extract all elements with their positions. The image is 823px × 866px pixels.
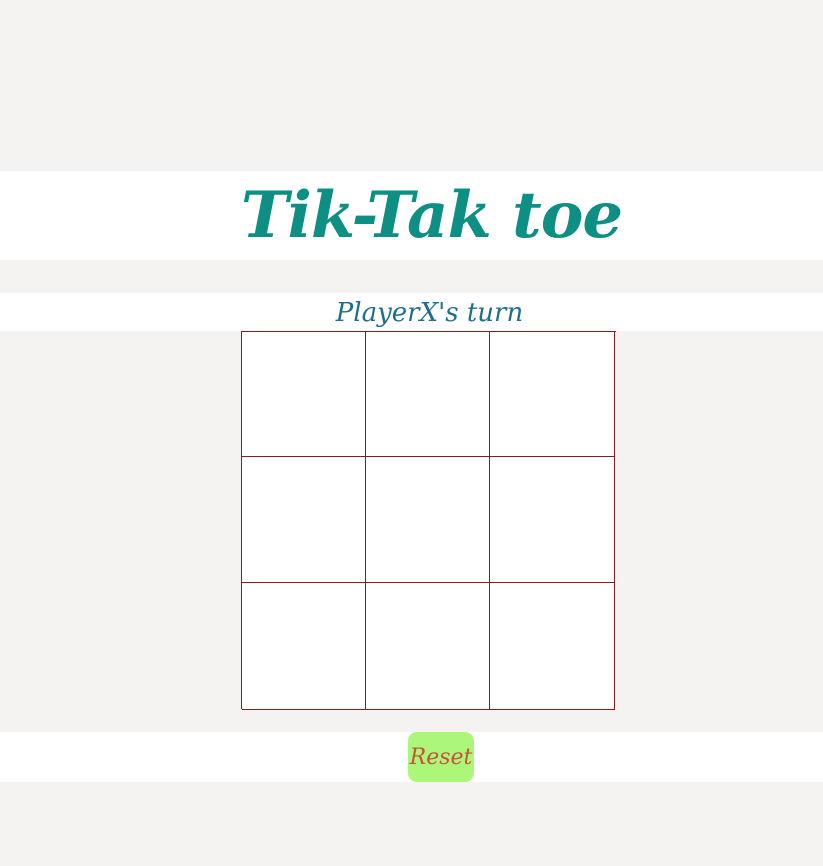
reset-banner: Reset xyxy=(0,732,823,782)
title-banner: Tik-Tak toe xyxy=(0,171,823,260)
board-cell-9[interactable] xyxy=(490,583,615,710)
board-cell-8[interactable] xyxy=(366,583,490,710)
board-cell-4[interactable] xyxy=(242,457,366,583)
board-cell-6[interactable] xyxy=(490,457,615,583)
turn-indicator: PlayerX's turn xyxy=(335,298,524,328)
board-cell-5[interactable] xyxy=(366,457,490,583)
board-cell-3[interactable] xyxy=(490,332,615,457)
reset-button[interactable]: Reset xyxy=(408,732,474,782)
board-cell-1[interactable] xyxy=(242,332,366,457)
page-title: Tik-Tak toe xyxy=(240,178,623,253)
game-board xyxy=(241,331,616,710)
turn-banner: PlayerX's turn xyxy=(0,293,823,331)
board-cell-2[interactable] xyxy=(366,332,490,457)
board-cell-7[interactable] xyxy=(242,583,366,710)
